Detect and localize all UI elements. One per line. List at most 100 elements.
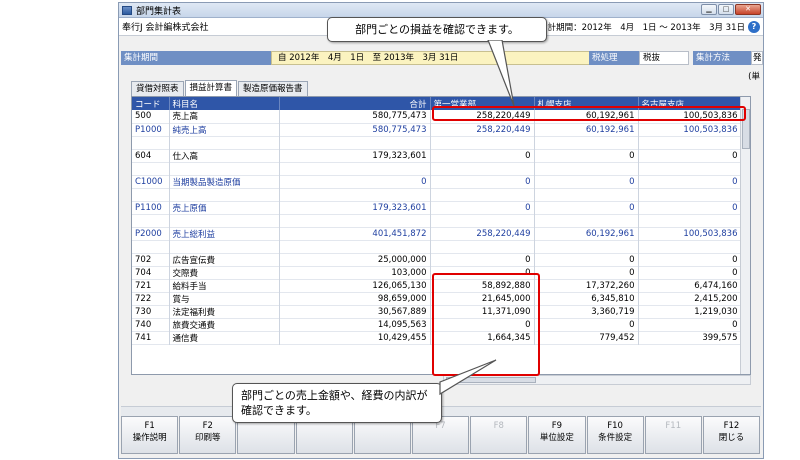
cell-total[interactable]: 10,429,455 [279, 331, 431, 344]
cell-code[interactable] [132, 136, 170, 149]
table-row[interactable]: P1000 純売上高 580,775,473 258,220,449 60,192,96… [132, 123, 742, 136]
cell-d2[interactable]: 60,192,961 [534, 227, 639, 240]
cell-d1[interactable] [430, 136, 535, 149]
fkey-button-9[interactable]: F10 条件設定 [586, 416, 644, 454]
tab-income-statement[interactable]: 損益計算書 [184, 80, 238, 96]
cell-total[interactable]: 179,323,601 [279, 149, 431, 162]
cell-d1[interactable]: 258,220,449 [430, 227, 535, 240]
method-value[interactable]: 発 [751, 51, 763, 65]
cell-d3[interactable] [638, 162, 742, 175]
cell-code[interactable]: 740 [132, 318, 170, 331]
cell-d3[interactable] [638, 240, 742, 253]
cell-code[interactable]: 704 [132, 266, 170, 279]
cell-d3[interactable]: 0 [638, 253, 742, 266]
cell-d2[interactable] [534, 188, 639, 201]
cell-d3[interactable] [638, 188, 742, 201]
table-row[interactable] [132, 188, 742, 201]
cell-d2[interactable]: 0 [534, 253, 639, 266]
cell-code[interactable]: P1000 [132, 123, 170, 136]
cell-total[interactable]: 580,775,473 [279, 110, 431, 123]
cell-d3[interactable]: 100,503,836 [638, 227, 742, 240]
cell-name[interactable] [169, 162, 280, 175]
help-icon[interactable]: ? [748, 21, 760, 33]
cell-name[interactable]: 交際費 [169, 266, 280, 279]
cell-d2[interactable]: 0 [534, 149, 639, 162]
cell-total[interactable] [279, 214, 431, 227]
cell-d3[interactable]: 0 [638, 201, 742, 214]
cell-d2[interactable] [534, 214, 639, 227]
fkey-button-1[interactable]: F1 操作説明 [121, 416, 179, 454]
cell-name[interactable]: 給料手当 [169, 279, 280, 292]
cell-d3[interactable]: 399,575 [638, 331, 742, 344]
table-row[interactable]: P2000 売上総利益 401,451,872 258,220,449 60,192,9… [132, 227, 742, 240]
cell-total[interactable]: 401,451,872 [279, 227, 431, 240]
cell-name[interactable]: 当期製品製造原価 [169, 175, 280, 188]
cell-code[interactable]: P1100 [132, 201, 170, 214]
cell-name[interactable]: 広告宣伝費 [169, 253, 280, 266]
cell-total[interactable]: 580,775,473 [279, 123, 431, 136]
table-row[interactable] [132, 136, 742, 149]
cell-name[interactable]: 売上総利益 [169, 227, 280, 240]
cell-d2[interactable]: 0 [534, 318, 639, 331]
cell-d2[interactable]: 60,192,961 [534, 123, 639, 136]
cell-code[interactable]: 721 [132, 279, 170, 292]
cell-code[interactable]: 741 [132, 331, 170, 344]
cell-name[interactable] [169, 188, 280, 201]
table-row[interactable] [132, 162, 742, 175]
cell-name[interactable] [169, 214, 280, 227]
cell-d3[interactable]: 0 [638, 318, 742, 331]
cell-code[interactable]: P2000 [132, 227, 170, 240]
table-row[interactable] [132, 240, 742, 253]
vertical-scrollbar[interactable] [740, 97, 750, 374]
cell-total[interactable]: 103,000 [279, 266, 431, 279]
cell-name[interactable]: 賞与 [169, 292, 280, 305]
cell-total[interactable]: 179,323,601 [279, 201, 431, 214]
cell-code[interactable]: 500 [132, 110, 170, 123]
cell-name[interactable] [169, 240, 280, 253]
cell-name[interactable]: 純売上高 [169, 123, 280, 136]
cell-d1[interactable] [430, 188, 535, 201]
cell-total[interactable] [279, 188, 431, 201]
cell-total[interactable]: 14,095,563 [279, 318, 431, 331]
cell-name[interactable]: 通信費 [169, 331, 280, 344]
table-row[interactable]: 702 広告宣伝費 25,000,000 0 0 0 [132, 253, 742, 266]
cell-d1[interactable]: 0 [430, 201, 535, 214]
cell-d1[interactable] [430, 240, 535, 253]
cell-d1[interactable] [430, 214, 535, 227]
cell-total[interactable] [279, 136, 431, 149]
period-value[interactable]: 自 2012年 4月 1日 至 2013年 3月 31日 [271, 51, 591, 65]
cell-name[interactable]: 仕入高 [169, 149, 280, 162]
cell-d3[interactable]: 2,415,200 [638, 292, 742, 305]
cell-d1[interactable]: 0 [430, 253, 535, 266]
cell-total[interactable]: 98,659,000 [279, 292, 431, 305]
cell-d1[interactable]: 0 [430, 149, 535, 162]
cell-d3[interactable]: 0 [638, 175, 742, 188]
tab-manufacturing-cost[interactable]: 製造原価報告書 [238, 81, 308, 96]
cell-total[interactable]: 126,065,130 [279, 279, 431, 292]
maximize-button[interactable]: □ [718, 4, 734, 15]
table-row[interactable]: 604 仕入高 179,323,601 0 0 0 [132, 149, 742, 162]
cell-d1[interactable]: 258,220,449 [430, 123, 535, 136]
cell-d3[interactable] [638, 136, 742, 149]
cell-d2[interactable]: 779,452 [534, 331, 639, 344]
cell-code[interactable] [132, 188, 170, 201]
cell-d2[interactable]: 0 [534, 175, 639, 188]
minimize-button[interactable]: ▁ [701, 4, 717, 15]
cell-d3[interactable]: 6,474,160 [638, 279, 742, 292]
cell-name[interactable]: 売上原価 [169, 201, 280, 214]
cell-d1[interactable]: 0 [430, 175, 535, 188]
cell-code[interactable]: 702 [132, 253, 170, 266]
cell-d1[interactable] [430, 162, 535, 175]
fkey-button-8[interactable]: F9 単位設定 [528, 416, 586, 454]
fkey-button-2[interactable]: F2 印刷等 [179, 416, 237, 454]
cell-total[interactable] [279, 162, 431, 175]
cell-total[interactable]: 30,567,889 [279, 305, 431, 318]
fkey-button-10[interactable]: F11 [644, 416, 702, 454]
cell-name[interactable]: 売上高 [169, 110, 280, 123]
cell-d2[interactable]: 6,345,810 [534, 292, 639, 305]
cell-name[interactable]: 法定福利費 [169, 305, 280, 318]
cell-code[interactable] [132, 214, 170, 227]
cell-code[interactable]: 604 [132, 149, 170, 162]
table-row[interactable]: C1000 当期製品製造原価 0 0 0 0 [132, 175, 742, 188]
cell-d3[interactable] [638, 214, 742, 227]
